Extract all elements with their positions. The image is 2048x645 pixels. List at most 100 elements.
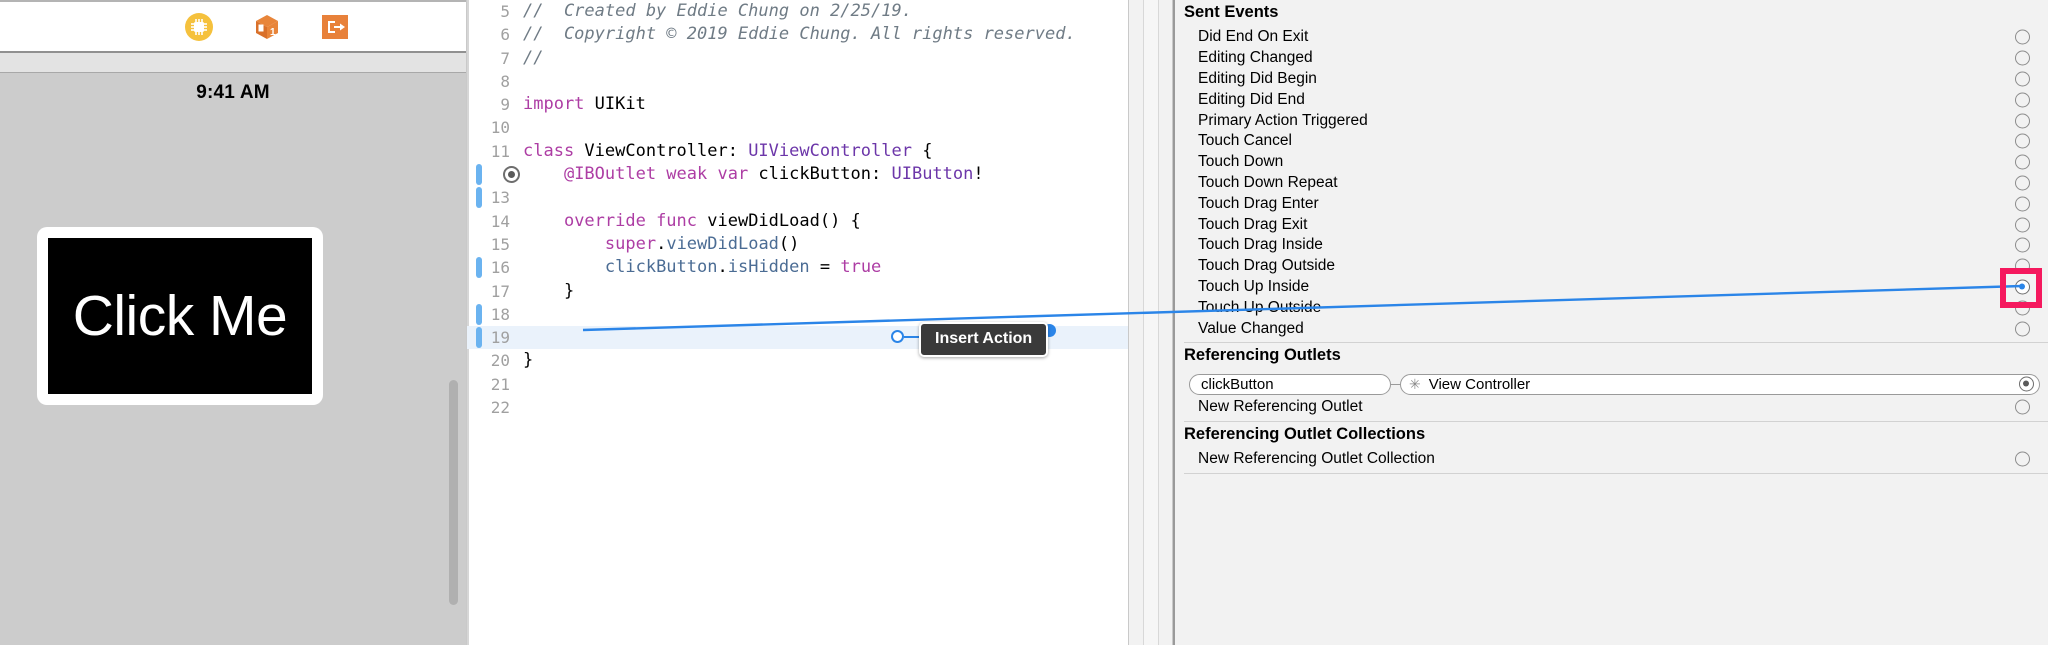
touch-up-inside-highlight-box bbox=[2000, 268, 2042, 308]
sent-event-connection-circle[interactable] bbox=[2015, 196, 2030, 212]
code-line[interactable]: @IBOutlet weak var clickButton: UIButton… bbox=[467, 163, 1128, 186]
sent-event-connection-circle[interactable] bbox=[2015, 50, 2030, 66]
sent-event-connection-circle[interactable] bbox=[2015, 217, 2030, 233]
referencing-outlet-connected-row[interactable]: clickButton ✳ View Controller bbox=[1175, 372, 2048, 397]
code-line[interactable]: 13 bbox=[467, 186, 1128, 209]
sent-event-label: Touch Down bbox=[1198, 153, 1284, 171]
sent-event-connection-circle[interactable] bbox=[2015, 92, 2030, 108]
code-line[interactable]: 17 } bbox=[467, 280, 1128, 303]
sent-event-row[interactable]: Value Changed bbox=[1175, 318, 2048, 339]
sent-event-connection-circle[interactable] bbox=[2015, 321, 2030, 337]
code-editor-panel[interactable]: 5 // Created by Eddie Chung on 2/25/19. 6 /… bbox=[466, 0, 1128, 645]
code-line[interactable]: 21 bbox=[467, 373, 1128, 396]
sent-event-row[interactable]: Editing Changed bbox=[1175, 48, 2048, 69]
code-line[interactable]: 9 import UIKit bbox=[467, 93, 1128, 116]
simulated-metrics-icon[interactable] bbox=[184, 12, 214, 42]
editor-change-bar bbox=[476, 187, 482, 209]
code-line-text: @IBOutlet weak var clickButton: UIButton… bbox=[563, 164, 984, 185]
sent-event-label: Touch Drag Inside bbox=[1198, 236, 1323, 254]
editor-change-bar bbox=[476, 327, 482, 349]
gap-inner-strip bbox=[1143, 0, 1159, 645]
sent-event-label: Primary Action Triggered bbox=[1198, 111, 1368, 129]
outlet-connector-line bbox=[1391, 383, 1400, 386]
outlet-target-field[interactable]: ✳ View Controller bbox=[1400, 373, 2040, 395]
sent-event-row[interactable]: Editing Did Begin bbox=[1175, 69, 2048, 90]
sent-event-row[interactable]: Touch Drag Enter bbox=[1175, 193, 2048, 214]
click-me-button-face: Click Me bbox=[48, 238, 312, 394]
ib-vertical-scrollbar[interactable] bbox=[449, 380, 458, 605]
code-line[interactable]: 14 override func viewDidLoad() { bbox=[467, 210, 1128, 233]
sent-event-connection-circle[interactable] bbox=[2015, 71, 2030, 87]
new-referencing-outlet-row[interactable]: New Referencing Outlet bbox=[1175, 397, 2048, 418]
sent-event-row[interactable]: Touch Up Outside bbox=[1175, 297, 2048, 318]
sent-event-connection-circle[interactable] bbox=[2015, 154, 2030, 170]
ib-canvas-gap bbox=[0, 53, 466, 73]
code-line-text: // bbox=[523, 47, 544, 68]
new-referencing-outlet-collection-label: New Referencing Outlet Collection bbox=[1198, 450, 1435, 468]
sent-event-row[interactable]: Touch Cancel bbox=[1175, 131, 2048, 152]
sent-event-label: Touch Cancel bbox=[1198, 132, 1292, 150]
line-number: 15 bbox=[490, 234, 510, 254]
view-controller-asterisk-icon: ✳ bbox=[1409, 375, 1421, 392]
line-number: 9 bbox=[500, 95, 510, 115]
sent-event-row[interactable]: Touch Up Inside bbox=[1175, 277, 2048, 298]
code-line[interactable]: 15 super.viewDidLoad() bbox=[467, 233, 1128, 256]
sent-event-row[interactable]: Touch Drag Outside bbox=[1175, 256, 2048, 277]
line-number: 11 bbox=[490, 141, 510, 161]
sent-event-row[interactable]: Editing Did End bbox=[1175, 89, 2048, 110]
new-referencing-outlet-collection-circle[interactable] bbox=[2015, 451, 2030, 467]
embed-in-icon[interactable] bbox=[320, 12, 350, 42]
click-me-button[interactable]: Click Me bbox=[37, 227, 323, 405]
code-line[interactable]: 10 bbox=[467, 116, 1128, 139]
line-number: 7 bbox=[500, 48, 510, 68]
code-line[interactable]: 8 bbox=[467, 70, 1128, 93]
sent-event-label: Touch Drag Outside bbox=[1198, 257, 1335, 275]
sent-event-row[interactable]: Touch Drag Exit bbox=[1175, 214, 2048, 235]
code-line-text: // Created by Eddie Chung on 2/25/19. bbox=[523, 1, 912, 21]
outlet-target-connection-circle[interactable] bbox=[2019, 376, 2034, 392]
sent-event-row[interactable]: Touch Down bbox=[1175, 152, 2048, 173]
sent-event-label: Editing Did End bbox=[1198, 90, 1305, 108]
sent-event-label: Touch Drag Enter bbox=[1198, 194, 1319, 212]
code-line[interactable]: 6 // Copyright © 2019 Eddie Chung. All ri… bbox=[467, 23, 1128, 46]
code-line[interactable]: 5 // Created by Eddie Chung on 2/25/19. bbox=[467, 0, 1128, 23]
click-me-button-label: Click Me bbox=[72, 284, 288, 348]
editor-change-bar bbox=[476, 164, 482, 186]
code-line[interactable]: 11 class ViewController: UIViewController… bbox=[467, 140, 1128, 163]
line-number: 6 bbox=[500, 25, 510, 45]
xcode-assistant-editor-window: 1 9:41 AM Click Me 5 // Created by Eddie… bbox=[0, 0, 2048, 645]
new-referencing-outlet-circle[interactable] bbox=[2015, 399, 2030, 415]
update-frames-cube-icon[interactable]: 1 bbox=[252, 12, 282, 42]
new-referencing-outlet-collection-row[interactable]: New Referencing Outlet Collection bbox=[1175, 449, 2048, 470]
sent-event-connection-circle[interactable] bbox=[2015, 29, 2030, 45]
code-line[interactable]: 16 clickButton.isHidden = true bbox=[467, 256, 1128, 279]
insert-action-anchor-circle[interactable] bbox=[891, 330, 904, 343]
sent-event-row[interactable]: Touch Down Repeat bbox=[1175, 173, 2048, 194]
outlet-connected-gutter-icon[interactable] bbox=[503, 166, 520, 184]
editor-change-bar bbox=[476, 303, 482, 325]
sent-event-connection-circle[interactable] bbox=[2015, 113, 2030, 129]
code-line[interactable]: 7 // bbox=[467, 47, 1128, 70]
sent-event-label: Editing Changed bbox=[1198, 49, 1313, 67]
code-line-text: super.viewDidLoad() bbox=[604, 233, 800, 254]
device-canvas[interactable]: Click Me bbox=[0, 112, 466, 645]
sent-event-connection-circle[interactable] bbox=[2015, 175, 2030, 191]
connections-inspector-panel[interactable]: Sent Events Did End On Exit Editing Chang… bbox=[1173, 0, 2048, 645]
sent-event-connection-circle[interactable] bbox=[2015, 237, 2030, 253]
code-line-text: } bbox=[523, 280, 575, 301]
sent-event-row[interactable]: Did End On Exit bbox=[1175, 27, 2048, 48]
sent-events-list[interactable]: Did End On Exit Editing Changed Editing Di… bbox=[1175, 27, 2048, 339]
code-line[interactable]: 22 bbox=[467, 396, 1128, 419]
sent-event-row[interactable]: Touch Drag Inside bbox=[1175, 235, 2048, 256]
line-number: 22 bbox=[490, 398, 510, 418]
outlet-name-field[interactable]: clickButton bbox=[1189, 373, 1391, 395]
svg-text:1: 1 bbox=[270, 27, 276, 38]
sent-event-row[interactable]: Primary Action Triggered bbox=[1175, 110, 2048, 131]
insert-action-tooltip: Insert Action bbox=[919, 322, 1049, 357]
new-referencing-outlet-label: New Referencing Outlet bbox=[1198, 398, 1363, 416]
sent-event-connection-circle[interactable] bbox=[2015, 133, 2030, 149]
code-line-text: override func viewDidLoad() { bbox=[563, 210, 861, 231]
line-number: 10 bbox=[490, 118, 510, 138]
code-line-text: class ViewController: UIViewController { bbox=[523, 140, 933, 161]
sent-event-label: Touch Drag Exit bbox=[1198, 215, 1308, 233]
